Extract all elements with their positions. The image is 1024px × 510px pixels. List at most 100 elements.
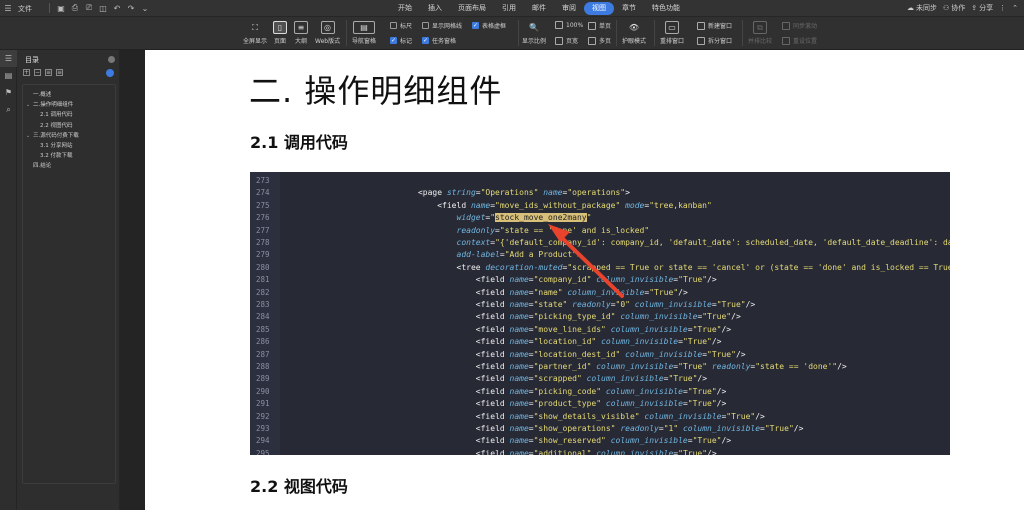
print-preview-icon[interactable]: ◫ [98, 3, 108, 13]
side-by-side-button[interactable]: ⧉ 并排比较 [748, 21, 772, 45]
rearrange-window-button[interactable]: ▭ 重排窗口 [660, 21, 684, 45]
code-token: "product_type" [533, 399, 602, 409]
fullscreen-icon: ⛶ [252, 22, 258, 32]
chevron-down-icon[interactable]: ⌄ [26, 131, 33, 141]
code-token: <field [475, 362, 510, 371]
web-layout-button[interactable]: ◎ Web版式 [315, 21, 340, 45]
code-token: <tree [456, 262, 486, 272]
tab-0[interactable]: 开始 [390, 2, 420, 15]
export-pdf-icon[interactable]: ⎙ [70, 3, 80, 13]
tab-5[interactable]: 审阅 [554, 2, 584, 15]
hamburger-menu-icon[interactable]: ☰ [3, 3, 13, 13]
code-token: "operations" [567, 188, 626, 198]
code-line: 273 [250, 175, 950, 187]
ruler-checkbox[interactable]: 标尺 [390, 21, 412, 30]
tab-8[interactable]: 特色功能 [644, 2, 688, 15]
demote-icon[interactable]: ≡ [56, 69, 63, 76]
outline-view-button[interactable]: ≡ 大纲 [294, 21, 308, 45]
ribbon-divider [742, 20, 743, 46]
more-icon[interactable]: ⌄ [140, 3, 150, 13]
print-icon[interactable]: ⎚ [84, 3, 94, 13]
tab-4[interactable]: 邮件 [524, 2, 554, 15]
code-token: "picking_code" [533, 386, 602, 396]
nav-pane-button[interactable]: ▤ 导航窗格 [352, 21, 376, 45]
tab-3[interactable]: 引用 [494, 2, 524, 15]
toc-item[interactable]: 2.1 调用代码 [23, 110, 115, 120]
fullscreen-button[interactable]: ⛶ 全屏显示 [243, 21, 267, 46]
undo-icon[interactable]: ↶ [112, 3, 122, 13]
collapse-all-icon[interactable]: − [34, 69, 41, 76]
document-page[interactable]: 二. 操作明细组件 2.1 调用代码 273 274 <page string="O… [145, 50, 1024, 510]
bookmark-icon[interactable]: ⚑ [0, 84, 17, 101]
code-block-image: 273 274 <page string="Operations" name="op… [250, 172, 950, 455]
ribbon-divider [616, 20, 617, 46]
toc-item[interactable]: 3.2 付款下载 [23, 151, 115, 161]
code-line: 285 <field name="move_line_ids" column_in… [250, 324, 950, 336]
toc-list: 一.概述 ⌄ 二.操作明细组件 2.1 调用代码 2.2 视图代码 ⌄ 三.源代码付费下载 3… [22, 84, 116, 484]
code-token: column_invisible [682, 424, 761, 433]
line-number: 290 [256, 386, 270, 396]
toc-item[interactable]: 3.1 分享网站 [23, 141, 115, 151]
save-icon[interactable]: ▣ [56, 3, 66, 13]
toc-item[interactable]: 2.2 视图代码 [23, 121, 115, 131]
code-token: "True" [726, 411, 756, 421]
zoom-button[interactable]: 🔍 显示比例 [522, 21, 546, 45]
eye-mode-button[interactable]: 👁 护眼模式 [622, 21, 646, 45]
sync-scroll-button[interactable]: 同步滚动 [782, 21, 817, 30]
code-token: <page [417, 188, 447, 198]
share-button[interactable]: ⇪ 分享 [971, 3, 993, 13]
code-token: /> [745, 300, 756, 309]
ribbon-divider [346, 20, 347, 46]
code-token: "True" [687, 386, 717, 396]
code-text: <field name="location_id" column_invisib… [476, 336, 722, 348]
marks-checkbox[interactable]: ✓ 标记 [390, 36, 412, 45]
code-token: "additional" [533, 448, 592, 455]
promote-icon[interactable]: ≡ [45, 69, 52, 76]
zoom-100-button[interactable]: 100% [555, 21, 583, 29]
toc-item[interactable]: 四.结论 [23, 161, 115, 171]
toc-item[interactable]: ⌄ 三.源代码付费下载 [23, 131, 115, 141]
split-window-button[interactable]: 拆分窗口 [697, 36, 732, 45]
table-gridlines-checkbox[interactable]: ✓ 表格虚框 [472, 21, 506, 30]
expand-all-icon[interactable]: + [23, 69, 30, 76]
single-page-button[interactable]: 单页 [588, 21, 611, 30]
document-icon[interactable]: ▤ [0, 67, 17, 84]
code-token: name [509, 312, 529, 322]
close-icon[interactable] [108, 56, 115, 63]
search-icon[interactable]: ⌕ [0, 101, 17, 118]
code-token: "True" [716, 300, 746, 309]
reset-position-button[interactable]: 重设位置 [782, 36, 817, 45]
tab-2[interactable]: 页面布局 [450, 2, 494, 15]
tab-1[interactable]: 插入 [420, 2, 450, 15]
redo-icon[interactable]: ↷ [126, 3, 136, 13]
code-token: column_invisible [596, 275, 674, 285]
more-options-icon[interactable]: ⋮ [999, 4, 1006, 12]
toc-item[interactable]: ⌄ 二.操作明细组件 [23, 100, 115, 110]
multi-page-button[interactable]: 多页 [588, 36, 611, 45]
split-window-icon [697, 36, 705, 45]
toc-item-label: 四.结论 [33, 163, 52, 170]
code-token: name [509, 275, 529, 285]
sync-scroll-icon [782, 21, 790, 30]
sync-status[interactable]: ☁ 未同步 [907, 3, 937, 13]
line-number: 291 [256, 399, 270, 409]
document-canvas: 二. 操作明细组件 2.1 调用代码 273 274 <page string="O… [120, 50, 1024, 510]
task-pane-checkbox[interactable]: ✓ 任务窗格 [422, 36, 456, 45]
page-view-button[interactable]: ▯ 页面 [273, 21, 287, 45]
page-width-button[interactable]: 页宽 [555, 36, 578, 45]
chevron-down-icon[interactable]: ⌄ [26, 100, 33, 110]
ribbon-divider [518, 20, 519, 46]
toc-item[interactable]: 一.概述 [23, 90, 115, 100]
collapse-ribbon-icon[interactable]: ⌃ [1012, 4, 1018, 12]
file-menu[interactable]: 文件 [18, 4, 32, 14]
code-token: "move_ids_without_package" [495, 200, 621, 210]
toc-icon[interactable]: ☰ [0, 50, 17, 67]
tab-7[interactable]: 章节 [614, 2, 644, 15]
locate-icon[interactable] [106, 69, 114, 77]
collaborate-button[interactable]: ⚇ 协作 [943, 3, 965, 13]
tab-6[interactable]: 视图 [584, 2, 614, 15]
code-token: name [509, 337, 529, 347]
new-window-button[interactable]: 新建窗口 [697, 21, 732, 30]
gridlines-checkbox[interactable]: 显示网格线 [422, 21, 462, 30]
code-token: column_invisible [610, 436, 688, 446]
